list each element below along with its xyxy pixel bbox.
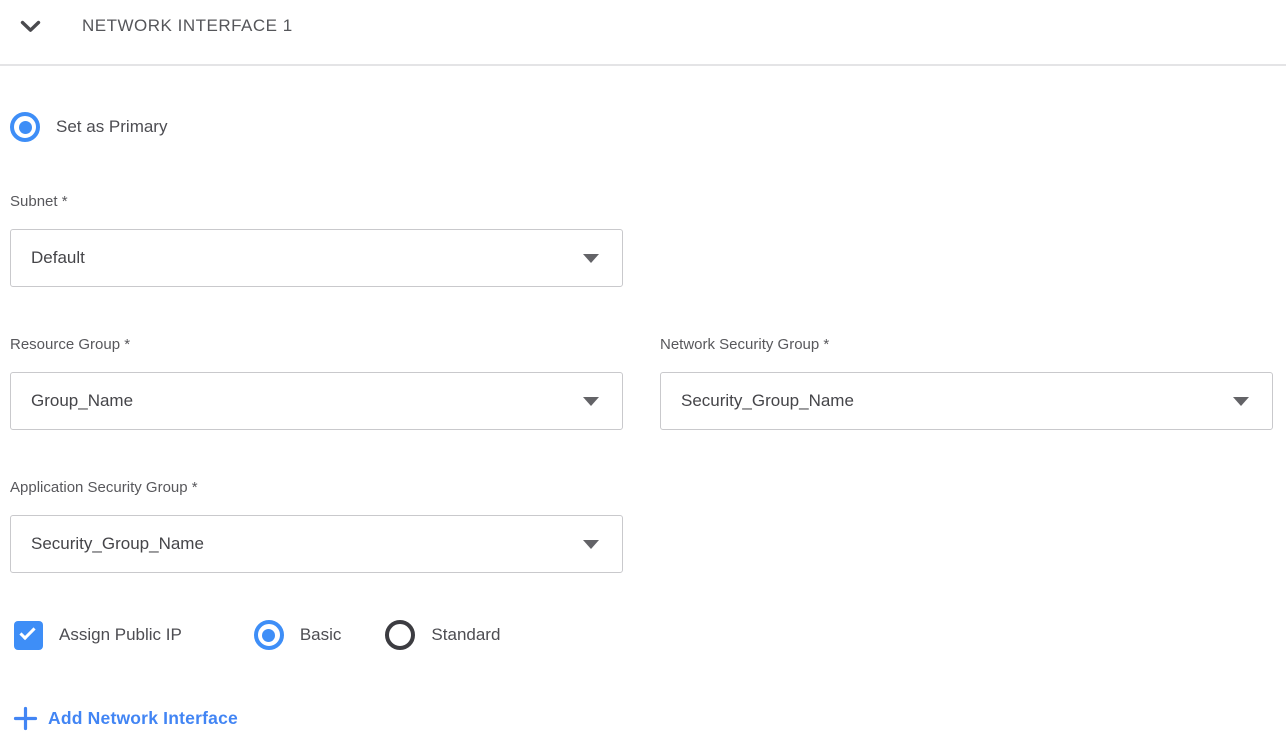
basic-option[interactable]: Basic: [254, 620, 342, 650]
resource-group-selected-value: Group_Name: [31, 391, 133, 411]
standard-radio[interactable]: [385, 620, 415, 650]
network-security-group-selected-value: Security_Group_Name: [681, 391, 854, 411]
set-as-primary-label[interactable]: Set as Primary: [56, 117, 167, 137]
dropdown-caret-icon: [583, 397, 599, 406]
group-fields-row: Resource Group * Group_Name Network Secu…: [10, 337, 1273, 430]
dropdown-caret-icon: [1233, 397, 1249, 406]
application-security-group-field-group: Application Security Group * Security_Gr…: [10, 480, 1273, 573]
network-security-group-field-group: Network Security Group * Security_Group_…: [660, 337, 1273, 430]
basic-label[interactable]: Basic: [300, 625, 342, 645]
resource-group-select[interactable]: Group_Name: [10, 372, 623, 430]
application-security-group-select[interactable]: Security_Group_Name: [10, 515, 623, 573]
resource-group-field-group: Resource Group * Group_Name: [10, 337, 623, 430]
section-header: NETWORK INTERFACE 1: [10, 14, 1273, 38]
subnet-select[interactable]: Default: [10, 229, 623, 287]
assign-public-ip-checkbox[interactable]: [14, 621, 43, 650]
radio-dot: [19, 121, 32, 134]
assign-public-ip-label[interactable]: Assign Public IP: [59, 625, 182, 645]
application-security-group-selected-value: Security_Group_Name: [31, 534, 204, 554]
subnet-field-group: Subnet * Default: [10, 194, 1273, 287]
standard-label[interactable]: Standard: [431, 625, 500, 645]
radio-dot: [262, 629, 275, 642]
dropdown-caret-icon: [583, 254, 599, 263]
set-as-primary-radio[interactable]: [10, 112, 40, 142]
plus-icon: [13, 706, 38, 731]
chevron-down-icon: [20, 20, 41, 33]
network-interface-section: NETWORK INTERFACE 1 Set as Primary Subne…: [0, 0, 1286, 736]
set-as-primary-row[interactable]: Set as Primary: [10, 112, 1273, 142]
add-network-interface-label[interactable]: Add Network Interface: [48, 708, 238, 729]
public-ip-options-row: Assign Public IP Basic Standard: [10, 620, 1273, 650]
collapse-toggle-button[interactable]: [20, 18, 42, 34]
section-divider: [0, 64, 1286, 66]
check-icon: [19, 623, 35, 639]
section-title: NETWORK INTERFACE 1: [82, 16, 293, 36]
dropdown-caret-icon: [583, 540, 599, 549]
network-security-group-select[interactable]: Security_Group_Name: [660, 372, 1273, 430]
add-network-interface-link[interactable]: Add Network Interface: [13, 706, 238, 731]
basic-radio[interactable]: [254, 620, 284, 650]
network-security-group-label: Network Security Group *: [660, 337, 1273, 353]
resource-group-label: Resource Group *: [10, 337, 623, 353]
standard-option[interactable]: Standard: [385, 620, 500, 650]
subnet-selected-value: Default: [31, 248, 85, 268]
application-security-group-label: Application Security Group *: [10, 480, 1273, 496]
subnet-label: Subnet *: [10, 194, 1273, 210]
